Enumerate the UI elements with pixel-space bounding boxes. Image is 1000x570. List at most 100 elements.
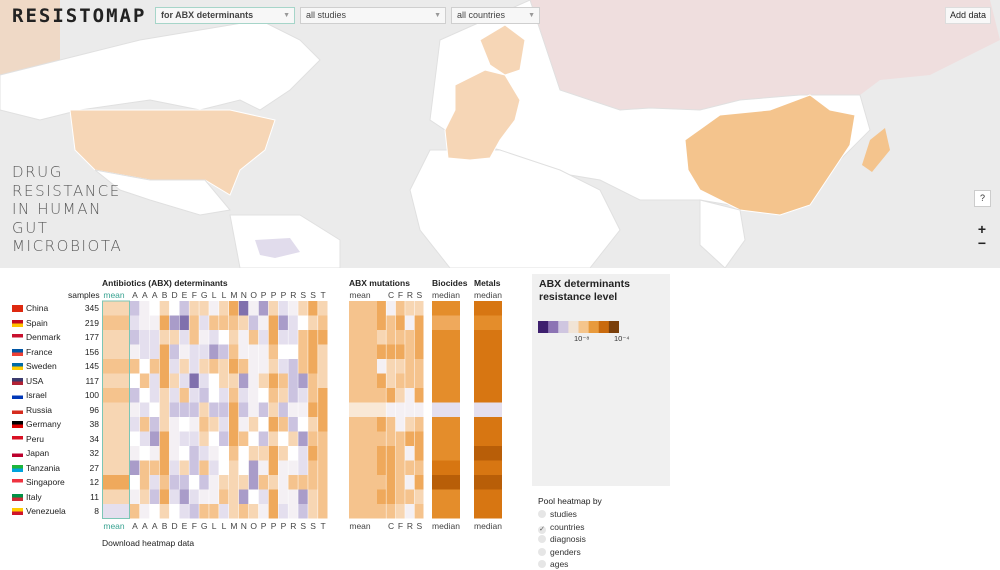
heatmap-cell[interactable] bbox=[199, 417, 209, 432]
heatmap-cell[interactable] bbox=[219, 504, 229, 519]
heatmap-cell[interactable] bbox=[386, 475, 396, 490]
heatmap-cell[interactable] bbox=[149, 489, 160, 505]
heatmap-cell[interactable] bbox=[130, 460, 140, 476]
heatmap-cell[interactable] bbox=[169, 344, 179, 360]
heatmap-cell[interactable] bbox=[395, 431, 405, 447]
heatmap-cell[interactable] bbox=[169, 402, 179, 418]
heatmap-cell[interactable] bbox=[102, 475, 130, 490]
heatmap-cell[interactable] bbox=[395, 460, 405, 476]
heatmap-grid[interactable] bbox=[0, 0, 1000, 570]
heatmap-cell[interactable] bbox=[258, 373, 269, 389]
heatmap-cell[interactable] bbox=[414, 402, 424, 418]
heatmap-cell[interactable] bbox=[386, 446, 396, 461]
heatmap-cell[interactable] bbox=[199, 402, 209, 418]
heatmap-cell[interactable] bbox=[318, 344, 328, 360]
heatmap-cell[interactable] bbox=[229, 417, 239, 432]
heatmap-cell[interactable] bbox=[159, 489, 170, 505]
heatmap-cell[interactable] bbox=[377, 504, 386, 519]
heatmap-cell[interactable] bbox=[199, 359, 209, 374]
heatmap-cell[interactable] bbox=[179, 301, 189, 316]
pool-option-studies[interactable]: studies bbox=[538, 509, 577, 519]
heatmap-cell[interactable] bbox=[248, 504, 259, 519]
heatmap-cell[interactable] bbox=[209, 359, 219, 374]
heatmap-cell[interactable] bbox=[298, 388, 308, 403]
heatmap-cell[interactable] bbox=[238, 373, 249, 389]
heatmap-cell[interactable] bbox=[102, 344, 130, 360]
heatmap-cell[interactable] bbox=[199, 504, 209, 519]
heatmap-cell[interactable] bbox=[159, 330, 170, 345]
pool-option-diagnosis[interactable]: diagnosis bbox=[538, 534, 586, 544]
heatmap-cell[interactable] bbox=[248, 344, 259, 360]
heatmap-cell[interactable] bbox=[209, 344, 219, 360]
heatmap-cell[interactable] bbox=[318, 504, 328, 519]
heatmap-cell[interactable] bbox=[308, 359, 318, 374]
heatmap-cell[interactable] bbox=[130, 504, 140, 519]
heatmap-cell[interactable] bbox=[219, 417, 229, 432]
heatmap-cell[interactable] bbox=[179, 446, 189, 461]
heatmap-cell[interactable] bbox=[238, 301, 249, 316]
heatmap-cell[interactable] bbox=[102, 359, 130, 374]
heatmap-cell[interactable] bbox=[308, 301, 318, 316]
heatmap-cell[interactable] bbox=[258, 475, 269, 490]
heatmap-cell[interactable] bbox=[189, 460, 199, 476]
heatmap-cell[interactable] bbox=[432, 446, 460, 461]
heatmap-cell[interactable] bbox=[395, 315, 405, 331]
heatmap-cell[interactable] bbox=[278, 460, 288, 476]
heatmap-cell[interactable] bbox=[349, 460, 377, 476]
heatmap-cell[interactable] bbox=[139, 475, 150, 490]
heatmap-cell[interactable] bbox=[258, 388, 269, 403]
heatmap-cell[interactable] bbox=[179, 388, 189, 403]
heatmap-cell[interactable] bbox=[386, 431, 396, 447]
heatmap-cell[interactable] bbox=[199, 301, 209, 316]
heatmap-cell[interactable] bbox=[349, 417, 377, 432]
heatmap-cell[interactable] bbox=[179, 373, 189, 389]
heatmap-cell[interactable] bbox=[386, 359, 396, 374]
heatmap-cell[interactable] bbox=[130, 402, 140, 418]
heatmap-cell[interactable] bbox=[130, 344, 140, 360]
heatmap-cell[interactable] bbox=[199, 344, 209, 360]
heatmap-cell[interactable] bbox=[288, 359, 298, 374]
heatmap-cell[interactable] bbox=[395, 402, 405, 418]
heatmap-cell[interactable] bbox=[209, 417, 219, 432]
heatmap-cell[interactable] bbox=[278, 344, 288, 360]
heatmap-cell[interactable] bbox=[377, 431, 386, 447]
heatmap-cell[interactable] bbox=[318, 446, 328, 461]
heatmap-cell[interactable] bbox=[278, 446, 288, 461]
heatmap-cell[interactable] bbox=[248, 373, 259, 389]
heatmap-cell[interactable] bbox=[268, 446, 278, 461]
heatmap-cell[interactable] bbox=[229, 489, 239, 505]
heatmap-cell[interactable] bbox=[318, 373, 328, 389]
heatmap-cell[interactable] bbox=[268, 301, 278, 316]
heatmap-cell[interactable] bbox=[318, 475, 328, 490]
heatmap-cell[interactable] bbox=[405, 431, 415, 447]
heatmap-cell[interactable] bbox=[349, 475, 377, 490]
heatmap-cell[interactable] bbox=[248, 402, 259, 418]
heatmap-cell[interactable] bbox=[159, 344, 170, 360]
heatmap-cell[interactable] bbox=[189, 475, 199, 490]
heatmap-cell[interactable] bbox=[288, 460, 298, 476]
heatmap-cell[interactable] bbox=[395, 359, 405, 374]
heatmap-cell[interactable] bbox=[130, 431, 140, 447]
heatmap-cell[interactable] bbox=[130, 489, 140, 505]
heatmap-cell[interactable] bbox=[288, 330, 298, 345]
heatmap-cell[interactable] bbox=[169, 475, 179, 490]
row-country-label[interactable]: Denmark bbox=[26, 332, 60, 342]
row-country-label[interactable]: USA bbox=[26, 376, 43, 386]
heatmap-cell[interactable] bbox=[288, 388, 298, 403]
heatmap-cell[interactable] bbox=[169, 417, 179, 432]
row-country-label[interactable]: Sweden bbox=[26, 361, 57, 371]
heatmap-cell[interactable] bbox=[149, 373, 160, 389]
heatmap-cell[interactable] bbox=[229, 330, 239, 345]
heatmap-cell[interactable] bbox=[308, 504, 318, 519]
heatmap-cell[interactable] bbox=[238, 315, 249, 331]
heatmap-cell[interactable] bbox=[395, 504, 405, 519]
heatmap-cell[interactable] bbox=[238, 504, 249, 519]
heatmap-cell[interactable] bbox=[130, 388, 140, 403]
heatmap-cell[interactable] bbox=[219, 373, 229, 389]
heatmap-cell[interactable] bbox=[149, 431, 160, 447]
heatmap-cell[interactable] bbox=[130, 301, 140, 316]
heatmap-cell[interactable] bbox=[298, 402, 308, 418]
heatmap-cell[interactable] bbox=[159, 315, 170, 331]
heatmap-cell[interactable] bbox=[395, 417, 405, 432]
heatmap-cell[interactable] bbox=[229, 475, 239, 490]
